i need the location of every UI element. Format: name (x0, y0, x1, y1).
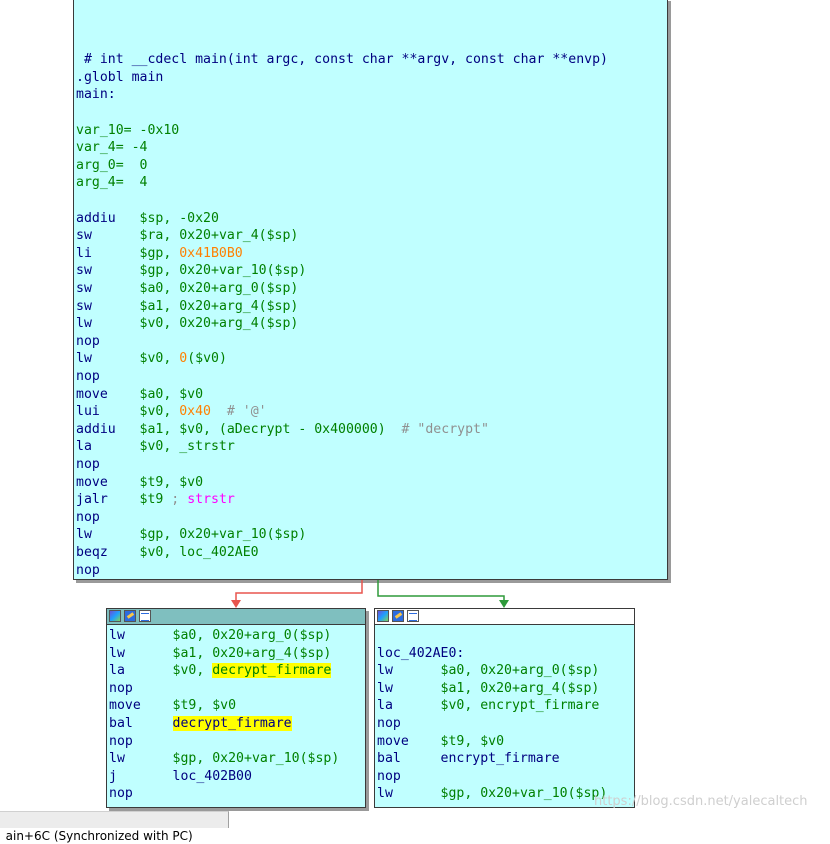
true-edge-arrow[interactable] (377, 580, 505, 603)
false-edge-arrow[interactable] (235, 580, 363, 603)
status-bar: ain+6C (Synchronized with PC) (0, 811, 229, 843)
status-text: ain+6C (Synchronized with PC) (5, 829, 193, 843)
true-edge-arrowhead (499, 600, 509, 608)
false-edge-arrowhead (231, 600, 241, 608)
flow-edges (231, 580, 509, 608)
watermark-text: https://blog.csdn.net/yalecaltech (594, 794, 808, 809)
